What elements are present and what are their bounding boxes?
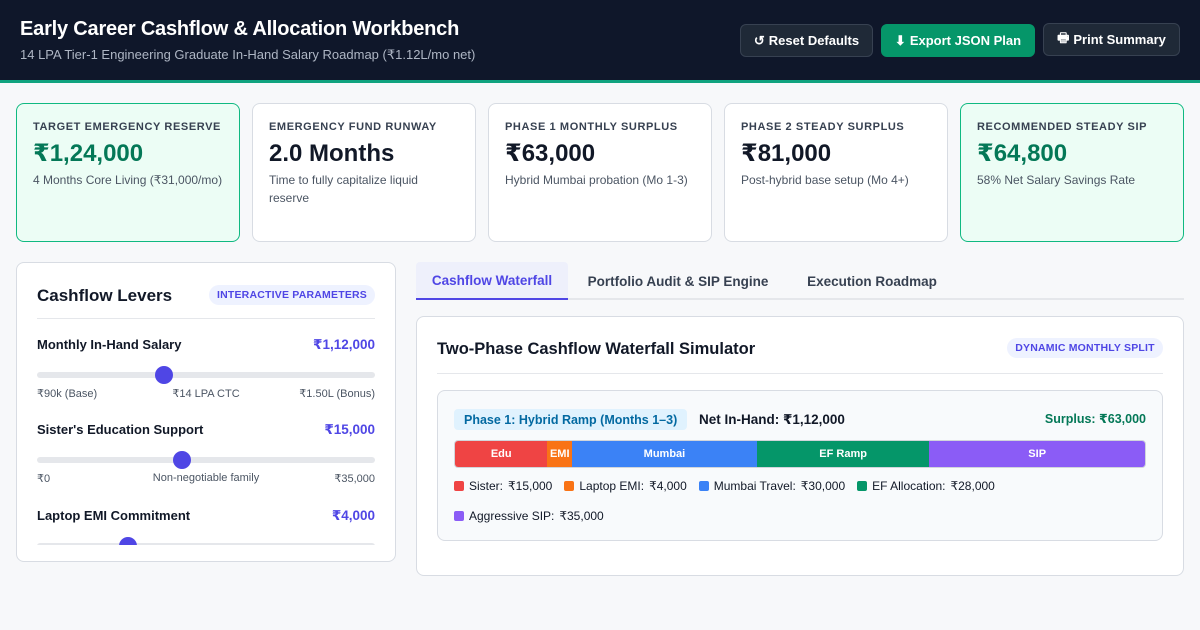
app-subtitle: 14 LPA Tier-1 Engineering Graduate In-Ha… (20, 47, 476, 62)
kpi-card-phase1-monthly-surplus: Phase 1 Monthly Surplus ₹63,000 Hybrid M… (488, 103, 712, 242)
kpi-card-target-emergency-reserve: Target Emergency Reserve ₹1,24,000 4 Mon… (16, 103, 240, 242)
salary-slider[interactable] (37, 366, 375, 384)
print-summary-label: Print Summary (1073, 32, 1166, 47)
salary-slider-thumb[interactable] (154, 366, 173, 384)
slider-max-label: ₹35,000 (334, 473, 375, 485)
allocation-stacked-bar: Edu EMI Mumbai EF Ramp SIP (454, 440, 1146, 468)
app-title: Early Career Cashflow & Allocation Workb… (20, 18, 460, 40)
reset-icon: ↺ (753, 32, 765, 48)
phase1-surplus: Surplus: ₹63,000 (1044, 412, 1146, 426)
legend-name: Aggressive SIP: (469, 509, 555, 523)
lever-label: Laptop EMI Commitment (37, 508, 191, 523)
simulator-divider (437, 373, 1163, 374)
emi-slider-thumb[interactable] (119, 537, 138, 545)
lever-sister-education: Sister's Education Support ₹15,000 ₹0 No… (37, 422, 375, 502)
levers-divider (37, 318, 375, 319)
slider-min-label: ₹0 (37, 473, 51, 485)
phase1-block: Phase 1: Hybrid Ramp (Months 1–3) Net In… (437, 390, 1163, 541)
lever-value: ₹1,12,000 (313, 337, 375, 352)
export-json-plan-label: Export JSON Plan (909, 33, 1022, 48)
phase1-net-in-hand: Net In-Hand: ₹1,12,000 (699, 412, 845, 427)
dynamic-split-badge: DYNAMIC MONTHLY SPLIT (1007, 338, 1163, 358)
legend-amount: ₹15,000 (508, 479, 553, 493)
legend-item: Laptop EMI: ₹4,000 (564, 479, 687, 493)
legend-swatch (454, 481, 464, 491)
lever-value: ₹15,000 (324, 422, 375, 437)
lever-value: ₹4,000 (331, 508, 375, 523)
kpi-card-recommended-steady-sip: Recommended Steady SIP ₹64,800 58% Net S… (960, 103, 1184, 242)
legend-name: EF Allocation: (872, 479, 946, 493)
tab-bar: Cashflow Waterfall Portfolio Audit & SIP… (416, 262, 1184, 300)
legend-amount: ₹4,000 (649, 479, 687, 493)
slider-max-label: ₹1.50L (Bonus) (299, 388, 375, 400)
download-icon: ⬇ (894, 32, 906, 48)
education-slider-thumb[interactable] (173, 451, 192, 469)
slider-mid-label: Non-negotiable family (152, 472, 260, 484)
waterfall-simulator-panel: Two-Phase Cashflow Waterfall Simulator D… (416, 316, 1184, 576)
kpi-value: ₹1,24,000 (33, 140, 144, 167)
kpi-description: Hybrid Mumbai probation (Mo 1-3) (505, 173, 688, 187)
allocation-legend: Sister: ₹15,000 Laptop EMI: ₹4,000 Mumbai Tr… (454, 479, 1146, 523)
lever-laptop-emi: Laptop EMI Commitment ₹4,000 (37, 508, 375, 545)
kpi-label: Emergency Fund Runway (269, 121, 437, 133)
legend-swatch (564, 481, 575, 491)
slider-min-label: ₹90k (Base) (37, 388, 98, 400)
cashflow-levers-panel: Cashflow Levers INTERACTIVE PARAMETERS M… (16, 262, 396, 562)
legend-item: Mumbai Travel: ₹30,000 (698, 479, 846, 493)
kpi-description: Time to fully capitalize liquid reserve (269, 173, 418, 205)
legend-item: Sister: ₹15,000 (454, 479, 552, 493)
bar-segment-edu: Edu (455, 441, 548, 467)
emi-slider[interactable] (37, 537, 375, 545)
bar-segment-emi: EMI (547, 441, 573, 467)
legend-swatch (454, 511, 464, 521)
legend-item: Aggressive SIP: ₹35,000 (454, 509, 604, 523)
print-summary-button[interactable]: 🖶 Print Summary (1043, 23, 1180, 56)
export-json-plan-button[interactable]: ⬇ Export JSON Plan (881, 24, 1035, 57)
tab-portfolio-audit[interactable]: Portfolio Audit & SIP Engine (580, 262, 776, 300)
kpi-value: ₹81,000 (741, 140, 832, 167)
kpi-value: ₹64,800 (977, 140, 1068, 167)
kpi-card-phase2-steady-surplus: Phase 2 Steady Surplus ₹81,000 Post-hybr… (724, 103, 948, 242)
bar-segment-mumbai: Mumbai (572, 441, 757, 467)
education-slider[interactable] (37, 451, 375, 469)
legend-amount: ₹30,000 (800, 479, 846, 493)
lever-label: Monthly In-Hand Salary (37, 337, 182, 352)
kpi-label: Recommended Steady SIP (977, 121, 1148, 133)
simulator-title: Two-Phase Cashflow Waterfall Simulator (437, 340, 756, 358)
reset-defaults-button[interactable]: ↺ Reset Defaults (740, 24, 873, 57)
levers-title: Cashflow Levers (37, 286, 173, 305)
kpi-description: 4 Months Core Living (₹31,000/mo) (33, 173, 223, 187)
kpi-label: Phase 2 Steady Surplus (741, 121, 905, 133)
legend-swatch (698, 481, 709, 491)
legend-item: EF Allocation: ₹28,000 (857, 479, 995, 493)
reset-defaults-label: Reset Defaults (768, 33, 860, 48)
kpi-label: Phase 1 Monthly Surplus (505, 121, 678, 133)
legend-swatch (857, 481, 868, 491)
tab-cashflow-waterfall[interactable]: Cashflow Waterfall (416, 262, 568, 300)
legend-name: Mumbai Travel: (713, 479, 796, 493)
legend-name: Laptop EMI: (579, 479, 645, 493)
lever-monthly-salary: Monthly In-Hand Salary ₹1,12,000 ₹90k (B… (37, 337, 375, 417)
legend-amount: ₹28,000 (950, 479, 995, 493)
printer-icon: 🖶 (1057, 29, 1070, 45)
legend-amount: ₹35,000 (559, 509, 604, 523)
tab-execution-roadmap[interactable]: Execution Roadmap (796, 262, 948, 300)
app-header: Early Career Cashflow & Allocation Workb… (0, 0, 1200, 83)
kpi-value: 2.0 Months (269, 140, 395, 167)
phase1-badge: Phase 1: Hybrid Ramp (Months 1–3) (454, 409, 688, 430)
kpi-label: Target Emergency Reserve (33, 121, 221, 133)
kpi-value: ₹63,000 (505, 140, 596, 167)
bar-segment-sip: SIP (929, 441, 1145, 467)
kpi-description: Post-hybrid base setup (Mo 4+) (741, 173, 909, 187)
interactive-parameters-badge: INTERACTIVE PARAMETERS (209, 285, 375, 305)
kpi-card-emergency-fund-runway: Emergency Fund Runway 2.0 Months Time to… (252, 103, 476, 242)
legend-name: Sister: (469, 479, 504, 493)
bar-segment-ef-ramp: EF Ramp (756, 441, 930, 467)
slider-mid-label: ₹14 LPA CTC (172, 388, 240, 400)
kpi-description: 58% Net Salary Savings Rate (977, 173, 1136, 187)
lever-label: Sister's Education Support (37, 422, 204, 437)
